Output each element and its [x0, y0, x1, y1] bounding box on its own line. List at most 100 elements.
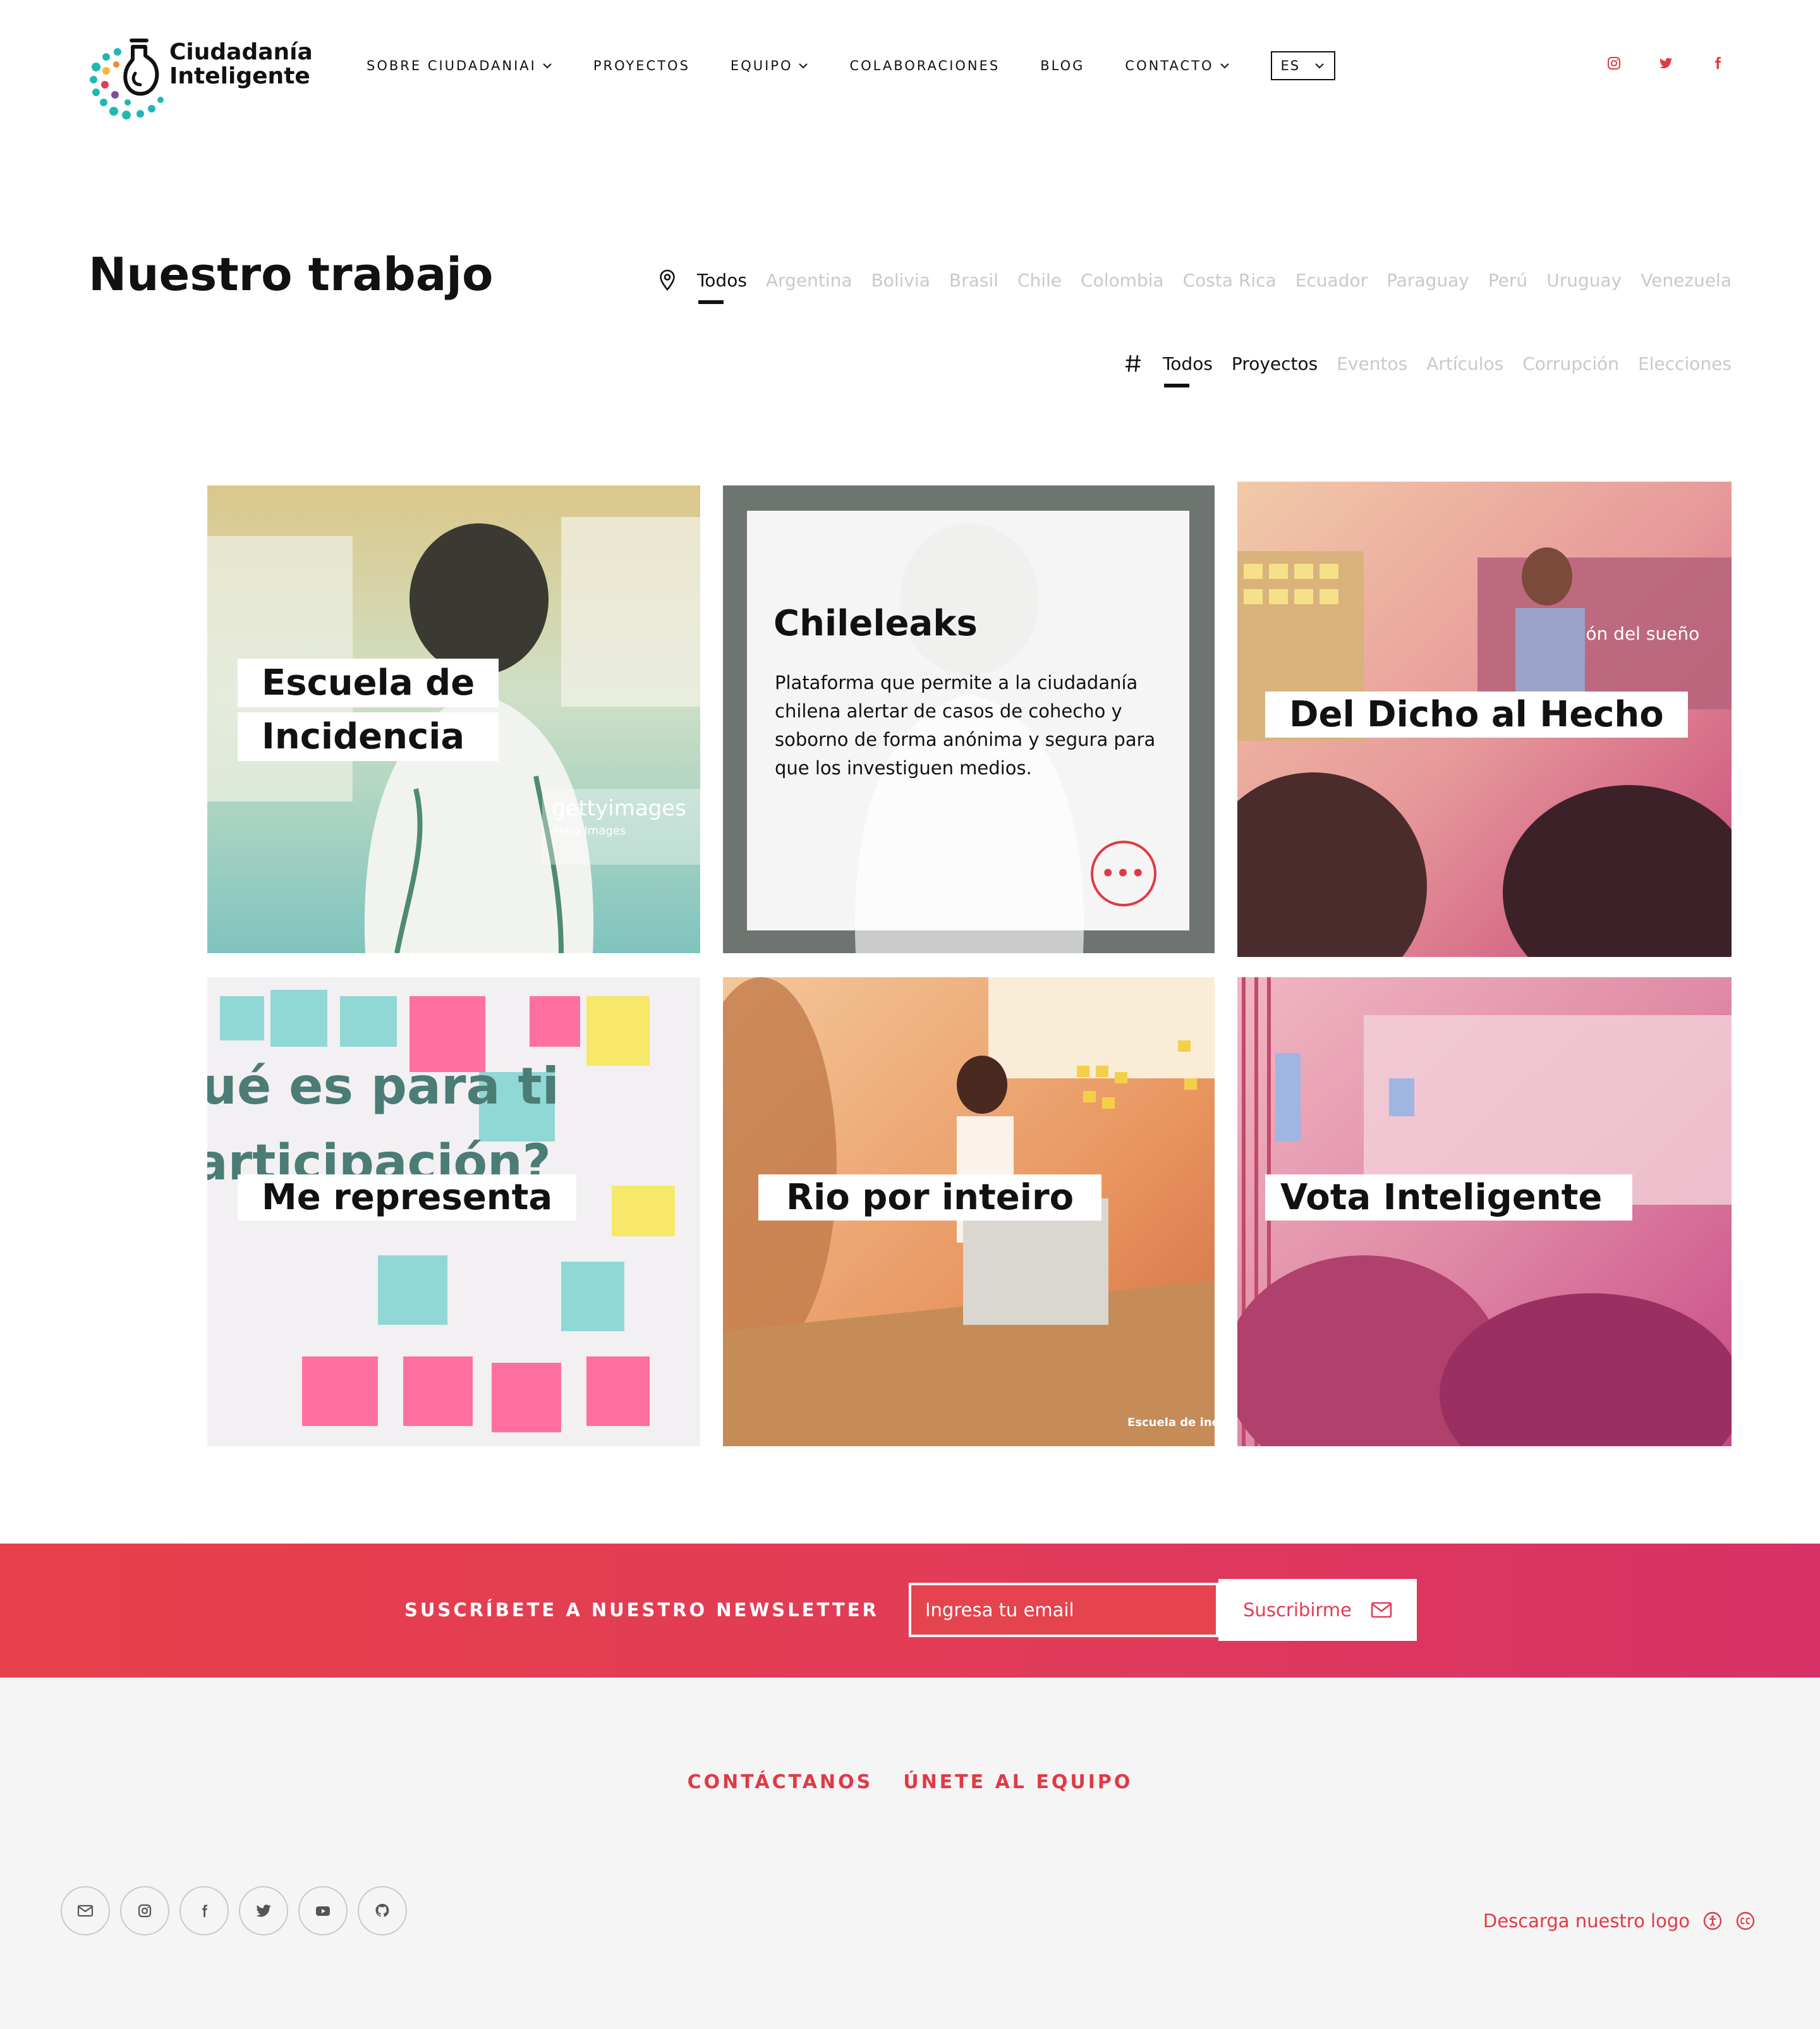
watermark-text: gettyimages — [552, 796, 686, 821]
tag-filter: Todos Proyectos Eventos Artículos Corrup… — [1122, 351, 1732, 387]
card-title: Vota Inteligente — [1265, 1174, 1633, 1221]
nav-contacto[interactable]: CONTACTO — [1125, 58, 1230, 73]
twitter-icon — [256, 1904, 271, 1917]
download-logo-label: Descarga nuestro logo — [1483, 1910, 1690, 1932]
card-title-text: Rio por inteiro — [758, 1174, 1102, 1221]
logo-mark-icon — [90, 39, 164, 119]
footer-github-button[interactable] — [358, 1886, 407, 1935]
tag-elecciones[interactable]: Elecciones — [1638, 353, 1732, 374]
nav-colaboraciones[interactable]: COLABORACIONES — [849, 58, 1000, 73]
country-peru[interactable]: Perú — [1488, 270, 1527, 291]
card-overlay: Chileleaks Plataforma que permite a la c… — [747, 511, 1189, 930]
language-select[interactable]: ES — [1270, 51, 1335, 80]
footer-social — [61, 1886, 407, 1935]
language-value: ES — [1280, 58, 1301, 73]
escuela-watermark: Escuela de incidencia — [1127, 1416, 1215, 1429]
country-bolivia[interactable]: Bolivia — [871, 270, 930, 291]
more-button[interactable]: ••• — [1091, 841, 1156, 906]
card-title-text: Vota Inteligente — [1265, 1174, 1633, 1221]
page-title: Nuestro trabajo — [88, 248, 494, 301]
card-title: Rio por inteiro — [758, 1174, 1102, 1221]
instagram-icon[interactable] — [1606, 56, 1622, 71]
main-nav: SOBRE CIUDADANIAI PROYECTOS EQUIPO COLAB… — [367, 51, 1335, 80]
creative-commons-icon — [1736, 1911, 1755, 1930]
country-colombia[interactable]: Colombia — [1081, 270, 1164, 291]
subscribe-label: Suscribirme — [1243, 1599, 1352, 1621]
card-title: Me representa — [238, 1174, 577, 1221]
logo-line-2: Inteligente — [169, 63, 310, 89]
newsletter-label: SUSCRÍBETE A NUESTRO NEWSLETTER — [404, 1599, 879, 1621]
footer-facebook-button[interactable] — [179, 1886, 229, 1935]
country-venezuela[interactable]: Venezuela — [1641, 270, 1732, 291]
newsletter-placeholder: Ingresa tu email — [909, 1583, 1218, 1637]
twitter-icon[interactable] — [1658, 56, 1673, 71]
nav-proyectos[interactable]: PROYECTOS — [593, 58, 690, 73]
nav-blog-label: BLOG — [1040, 58, 1085, 73]
watermark-subtext: Hero Images — [554, 824, 626, 838]
country-paraguay[interactable]: Paraguay — [1386, 270, 1469, 291]
project-card-rio[interactable]: Escuela de incidencia Rio por inteiro — [723, 977, 1215, 1446]
chevron-down-icon — [1314, 63, 1324, 69]
youtube-icon — [316, 1906, 330, 1916]
country-chile[interactable]: Chile — [1017, 270, 1062, 291]
chevron-down-icon — [543, 63, 552, 69]
footer-contact-link[interactable]: CONTÁCTANOS — [688, 1771, 873, 1793]
footer-links: CONTÁCTANOS ÚNETE AL EQUIPO — [0, 1771, 1820, 1793]
facebook-icon[interactable] — [1710, 56, 1725, 71]
footer-mail-button[interactable] — [61, 1886, 110, 1935]
footer-instagram-button[interactable] — [120, 1886, 169, 1935]
nav-contacto-label: CONTACTO — [1125, 58, 1214, 73]
card-title: Escuela de Incidencia — [238, 659, 499, 766]
map-pin-icon — [660, 269, 675, 291]
nav-sobre-label: SOBRE CIUDADANIAI — [367, 58, 537, 73]
country-todos[interactable]: Todos — [697, 270, 747, 304]
project-card-me-representa[interactable]: ué es para ti articipación? Me represent… — [207, 977, 700, 1446]
nav-blog[interactable]: BLOG — [1040, 58, 1084, 73]
tag-todos[interactable]: Todos — [1163, 353, 1213, 387]
project-card-del-dicho[interactable]: strucción del sueño Del Dicho al Hecho — [1237, 482, 1732, 957]
download-logo-link[interactable]: Descarga nuestro logo — [1483, 1910, 1756, 1932]
card-title-text: Me representa — [238, 1174, 577, 1221]
country-ecuador[interactable]: Ecuador — [1295, 270, 1368, 291]
tag-proyectos[interactable]: Proyectos — [1232, 353, 1318, 374]
site-logo[interactable]: Ciudadanía Inteligente — [87, 34, 315, 123]
card-title: Del Dicho al Hecho — [1265, 692, 1688, 738]
card-title: Chileleaks — [774, 603, 978, 644]
footer-join-link[interactable]: ÚNETE AL EQUIPO — [903, 1771, 1132, 1793]
card-title-line-2: Incidencia — [238, 712, 499, 761]
country-uruguay[interactable]: Uruguay — [1546, 270, 1622, 291]
country-costa-rica[interactable]: Costa Rica — [1183, 270, 1277, 291]
project-card-chileleaks[interactable]: Chileleaks Plataforma que permite a la c… — [723, 485, 1215, 953]
nav-equipo-label: EQUIPO — [730, 58, 793, 73]
tag-eventos[interactable]: Eventos — [1337, 353, 1407, 374]
nav-colaboraciones-label: COLABORACIONES — [849, 58, 1000, 73]
nav-sobre[interactable]: SOBRE CIUDADANIAI — [367, 58, 553, 73]
chevron-down-icon — [799, 63, 808, 69]
facebook-icon — [202, 1904, 207, 1917]
country-filter: Todos Argentina Bolivia Brasil Chile Col… — [657, 268, 1732, 304]
card-title-text: Del Dicho al Hecho — [1265, 692, 1688, 738]
project-card-vota[interactable]: Vota Inteligente — [1237, 977, 1732, 1446]
footer-twitter-button[interactable] — [239, 1886, 288, 1935]
card-description: Plataforma que permite a la ciudadanía c… — [775, 672, 1156, 779]
newsletter-form: Ingresa tu email Suscribirme — [905, 1579, 1417, 1641]
mail-icon — [1371, 1602, 1392, 1618]
nav-equipo[interactable]: EQUIPO — [731, 58, 810, 73]
country-brasil[interactable]: Brasil — [949, 270, 998, 291]
site-header: Ciudadanía Inteligente SOBRE CIUDADANIAI… — [0, 0, 1820, 133]
github-icon — [375, 1904, 389, 1917]
project-card-escuela[interactable]: gettyimages Hero Images Escuela de Incid… — [207, 485, 700, 953]
tag-articulos[interactable]: Artículos — [1426, 353, 1503, 374]
newsletter-band: SUSCRÍBETE A NUESTRO NEWSLETTER Ingresa … — [0, 1544, 1820, 1678]
footer-youtube-button[interactable] — [298, 1886, 348, 1935]
chevron-down-icon — [1220, 63, 1229, 69]
accessibility-icon — [1703, 1911, 1722, 1930]
subscribe-button[interactable]: Suscribirme — [1218, 1579, 1417, 1641]
instagram-icon — [138, 1904, 152, 1918]
newsletter-email-field[interactable]: Ingresa tu email — [905, 1579, 1218, 1641]
nav-proyectos-label: PROYECTOS — [593, 58, 690, 73]
logo-line-1: Ciudadanía — [169, 39, 313, 65]
country-argentina[interactable]: Argentina — [766, 270, 852, 291]
card-title-line-1: Escuela de — [238, 659, 499, 707]
tag-corrupcion[interactable]: Corrupción — [1522, 353, 1619, 374]
